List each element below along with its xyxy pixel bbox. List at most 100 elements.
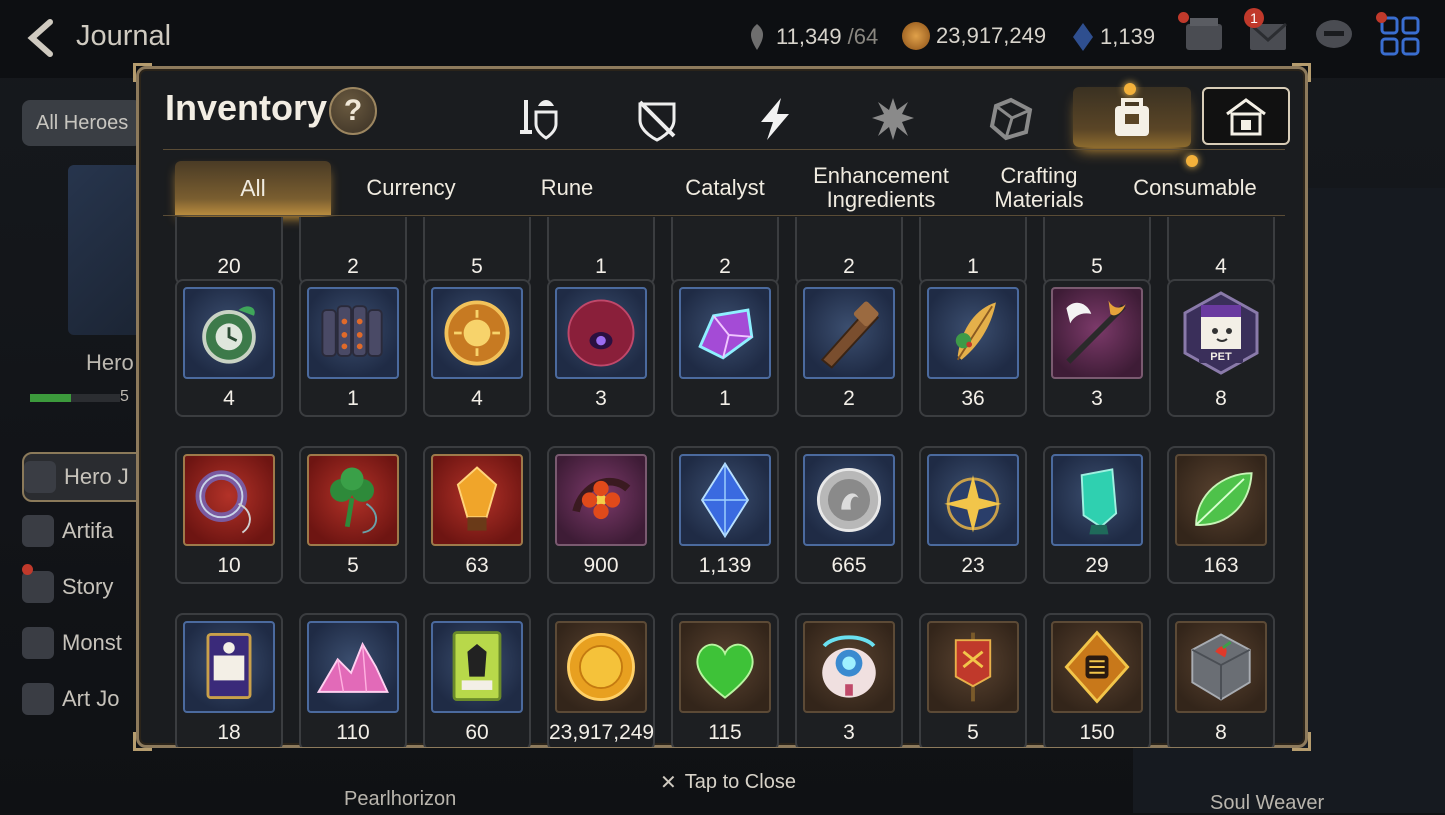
inventory-item-sky-stone[interactable]: 1,139 [671, 446, 779, 584]
inventory-item-sun-medallion[interactable]: 4 [423, 279, 531, 417]
inventory-item-glowing-leaf[interactable]: 163 [1167, 446, 1275, 584]
costume-card-icon [452, 631, 502, 701]
coin-icon [816, 467, 882, 533]
tap-to-close-button[interactable]: ✕ Tap to Close [660, 770, 796, 795]
inventory-panel: Inventory ? All Currency Rune Catalyst E… [133, 63, 1311, 751]
inventory-item-stone-cube[interactable]: 8 [1167, 613, 1275, 747]
clover-icon [330, 467, 377, 534]
item-quantity: 10 [217, 554, 241, 577]
skill-category-button[interactable] [739, 89, 811, 149]
tab-crafting-materials[interactable]: Crafting Materials [961, 161, 1117, 215]
inventory-item-gold-coin[interactable]: 23,917,249 [547, 613, 655, 747]
tabs-divider [163, 215, 1285, 216]
eye-orb-icon [567, 299, 635, 367]
inventory-item-dark-scale-plates[interactable]: 1 [299, 279, 407, 417]
gold-coin-icon [902, 22, 930, 50]
inventory-item-partial-item[interactable]: 5 [1043, 217, 1151, 285]
help-button[interactable]: ? [329, 87, 377, 135]
inventory-item-silver-coin[interactable]: 665 [795, 446, 903, 584]
sword-shield-icon [520, 100, 558, 140]
pet-pack-icon: PET [1183, 291, 1259, 375]
nav-artifact[interactable]: Artifa [22, 508, 152, 554]
inventory-item-clover-charm[interactable]: 5 [299, 446, 407, 584]
tab-currency[interactable]: Currency [333, 161, 489, 215]
inventory-item-partial-item[interactable]: 2 [299, 217, 407, 285]
item-quantity: 23 [961, 554, 985, 577]
inventory-item-partial-item[interactable]: 5 [423, 217, 531, 285]
inventory-item-partial-item[interactable]: 1 [919, 217, 1027, 285]
nav-monster[interactable]: Monst [22, 620, 152, 666]
inventory-item-partial-item[interactable]: 1 [547, 217, 655, 285]
crystal-icon [698, 308, 754, 360]
hero-label: Hero [86, 350, 134, 375]
inventory-item-feather-staff[interactable]: 3 [1043, 279, 1151, 417]
inventory-item-green-heart[interactable]: 115 [671, 613, 779, 747]
item-art [1175, 621, 1267, 713]
gold-counter: 23,917,249 [902, 22, 1046, 50]
inventory-item-amber-shard[interactable]: 63 [423, 446, 531, 584]
inventory-item-crimson-eye-orb[interactable]: 3 [547, 279, 655, 417]
item-quantity: 163 [1203, 554, 1239, 577]
inventory-item-pet-snack-pack[interactable]: PET 8 [1167, 279, 1275, 417]
item-quantity: 665 [831, 554, 867, 577]
inventory-item-fist-emblem[interactable]: 150 [1043, 613, 1151, 747]
inventory-item-robot-pod[interactable]: 3 [795, 613, 903, 747]
equipment-category-button[interactable] [503, 89, 575, 149]
inventory-title: Inventory [165, 87, 328, 128]
inventory-item-pink-crystal-pile[interactable]: 110 [299, 613, 407, 747]
item-art [803, 621, 895, 713]
inventory-item-partial-item[interactable]: 20 [175, 217, 283, 285]
inventory-item-golden-feather[interactable]: 36 [919, 279, 1027, 417]
item-art [183, 287, 275, 379]
sun-coin-icon [444, 300, 510, 366]
artifact-shield-icon [638, 100, 676, 142]
item-art [927, 621, 1019, 713]
nav-art-journal[interactable]: Art Jo [22, 676, 152, 722]
item-quantity: 1 [967, 255, 979, 278]
tab-enhancement-ingredients[interactable]: Enhancement Ingredients [803, 161, 959, 215]
close-icon: ✕ [660, 772, 677, 794]
item-art [555, 287, 647, 379]
inventory-item-flower-crest[interactable]: 900 [547, 446, 655, 584]
artifact-category-button[interactable] [621, 89, 693, 149]
fist-emblem-icon [1064, 630, 1130, 704]
shop-icon[interactable] [1182, 14, 1226, 58]
inventory-item-battle-banner[interactable]: 5 [919, 613, 1027, 747]
cube-icon [989, 97, 1033, 141]
item-quantity: 18 [217, 721, 241, 744]
inventory-item-star-amulet[interactable]: 23 [919, 446, 1027, 584]
tab-consumable[interactable]: Consumable [1117, 161, 1273, 215]
inventory-item-partial-item[interactable]: 4 [1167, 217, 1275, 285]
ring-icon [195, 470, 251, 534]
chat-icon[interactable] [1312, 14, 1356, 58]
item-art [927, 454, 1019, 546]
hero-progress-text: 5 [120, 388, 129, 405]
bag-category-button[interactable] [1073, 87, 1191, 147]
burst-category-button[interactable] [857, 89, 929, 149]
all-heroes-tab[interactable]: All Heroes [22, 100, 142, 146]
inventory-item-partial-item[interactable]: 2 [671, 217, 779, 285]
inventory-item-wooden-club[interactable]: 2 [795, 279, 903, 417]
item-quantity: 110 [336, 721, 370, 744]
inventory-item-green-pocket-watch[interactable]: 4 [175, 279, 283, 417]
inventory-item-teal-crystal[interactable]: 29 [1043, 446, 1151, 584]
monster-icon [22, 627, 54, 659]
item-quantity: 4 [223, 387, 235, 410]
item-quantity: 2 [719, 255, 731, 278]
lightning-icon [761, 98, 789, 140]
tab-rune[interactable]: Rune [489, 161, 645, 215]
cube-category-button[interactable] [975, 89, 1047, 149]
inventory-item-costume-card[interactable]: 60 [423, 613, 531, 747]
story-notification-dot [22, 564, 33, 575]
skystone-value: 1,139 [1100, 24, 1156, 49]
tab-all[interactable]: All [175, 161, 331, 215]
inventory-item-prism-crystal[interactable]: 1 [671, 279, 779, 417]
stamina-icon [750, 24, 764, 50]
inventory-item-partial-item[interactable]: 2 [795, 217, 903, 285]
inventory-item-blue-ring-pendant[interactable]: 10 [175, 446, 283, 584]
nav-story[interactable]: Story [22, 564, 152, 610]
inventory-item-certificate-card[interactable]: 18 [175, 613, 283, 747]
back-arrow-icon[interactable] [22, 18, 62, 58]
pet-house-button[interactable] [1202, 87, 1290, 145]
tab-catalyst[interactable]: Catalyst [647, 161, 803, 215]
